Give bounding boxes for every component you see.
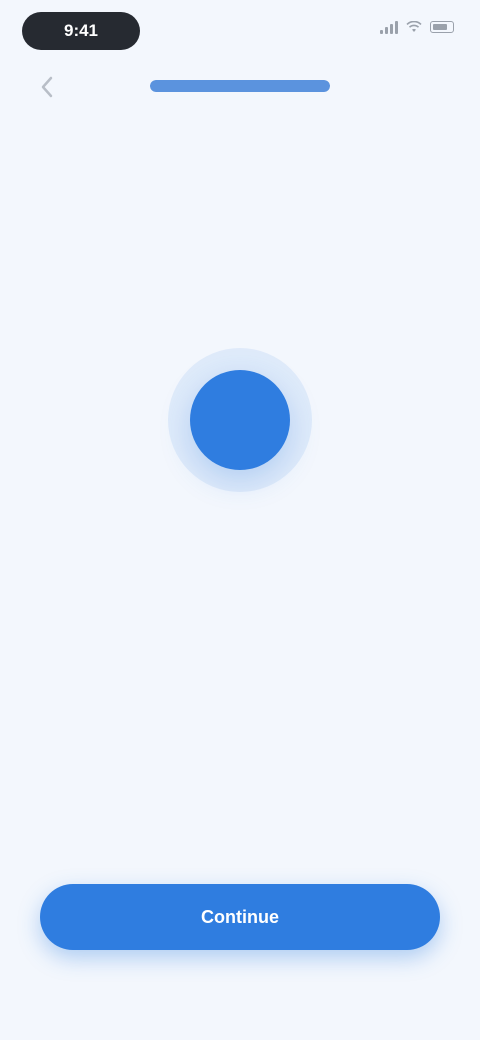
continue-button[interactable]: Continue xyxy=(40,884,440,950)
screen: 9:41 Continue xyxy=(0,0,480,1040)
onboarding-progress-bar xyxy=(150,80,330,92)
check-icon xyxy=(218,398,262,442)
signal-icon xyxy=(380,20,398,34)
wifi-icon xyxy=(406,21,422,32)
status-bar: 9:41 xyxy=(0,0,480,60)
back-button[interactable] xyxy=(30,70,64,104)
status-icons xyxy=(380,20,454,34)
chevron-left-icon xyxy=(41,76,53,98)
nav-header xyxy=(0,62,480,110)
progress-fill xyxy=(150,80,330,92)
status-time: 9:41 xyxy=(22,12,140,50)
battery-icon xyxy=(430,21,454,33)
hero-badge xyxy=(190,370,290,470)
